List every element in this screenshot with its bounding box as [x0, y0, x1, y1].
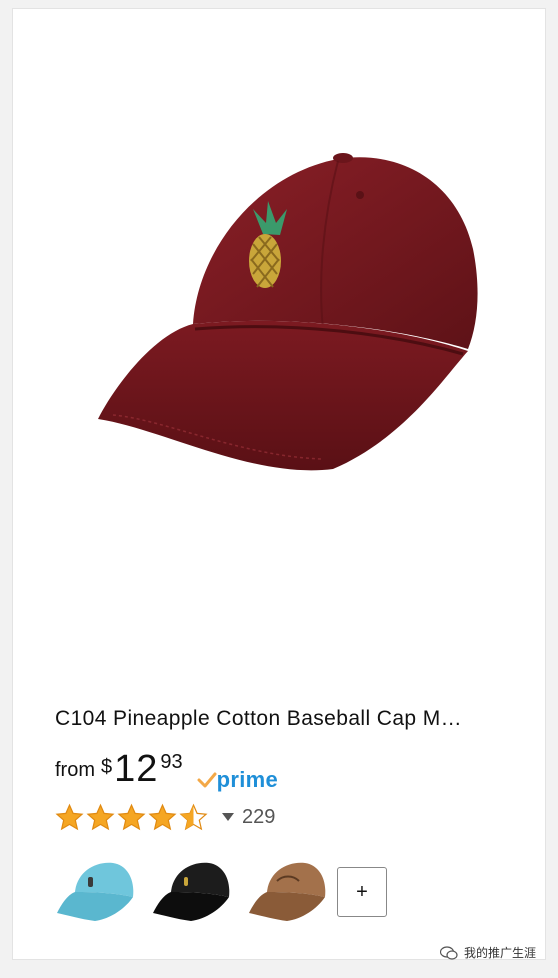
swatch-brown[interactable] [247, 857, 329, 927]
prime-badge: prime [197, 767, 278, 793]
more-colors-button[interactable]: + [337, 867, 387, 917]
rating: 229 [55, 801, 275, 833]
price-fraction: 93 [160, 751, 183, 773]
prime-check-icon [197, 772, 217, 788]
star-full-icon [55, 803, 84, 830]
star-full-icon [117, 803, 146, 830]
swatch-light-blue[interactable] [55, 857, 137, 927]
watermark-text: 我的推广生涯 [463, 946, 536, 960]
star-half-icon [179, 803, 208, 830]
wechat-icon [439, 945, 458, 960]
price: from $ 12 93 prime [55, 749, 278, 793]
review-count-link[interactable]: 229 [242, 806, 275, 829]
product-title[interactable]: C104 Pineapple Cotton Baseball Cap M… [55, 707, 525, 731]
product-card[interactable]: C104 Pineapple Cotton Baseball Cap M… fr… [12, 8, 546, 960]
price-prefix: from [55, 759, 95, 781]
star-full-icon [86, 803, 115, 830]
star-rating[interactable] [55, 803, 210, 832]
star-full-icon [148, 803, 177, 830]
prime-label: prime [216, 767, 279, 792]
product-image[interactable] [73, 139, 503, 489]
watermark: 我的推广生涯 [439, 944, 536, 961]
color-swatches: + [55, 857, 387, 927]
price-whole: 12 [114, 748, 159, 790]
price-currency: $ [101, 756, 113, 778]
swatch-black[interactable] [151, 857, 233, 927]
chevron-down-icon[interactable] [222, 813, 234, 821]
